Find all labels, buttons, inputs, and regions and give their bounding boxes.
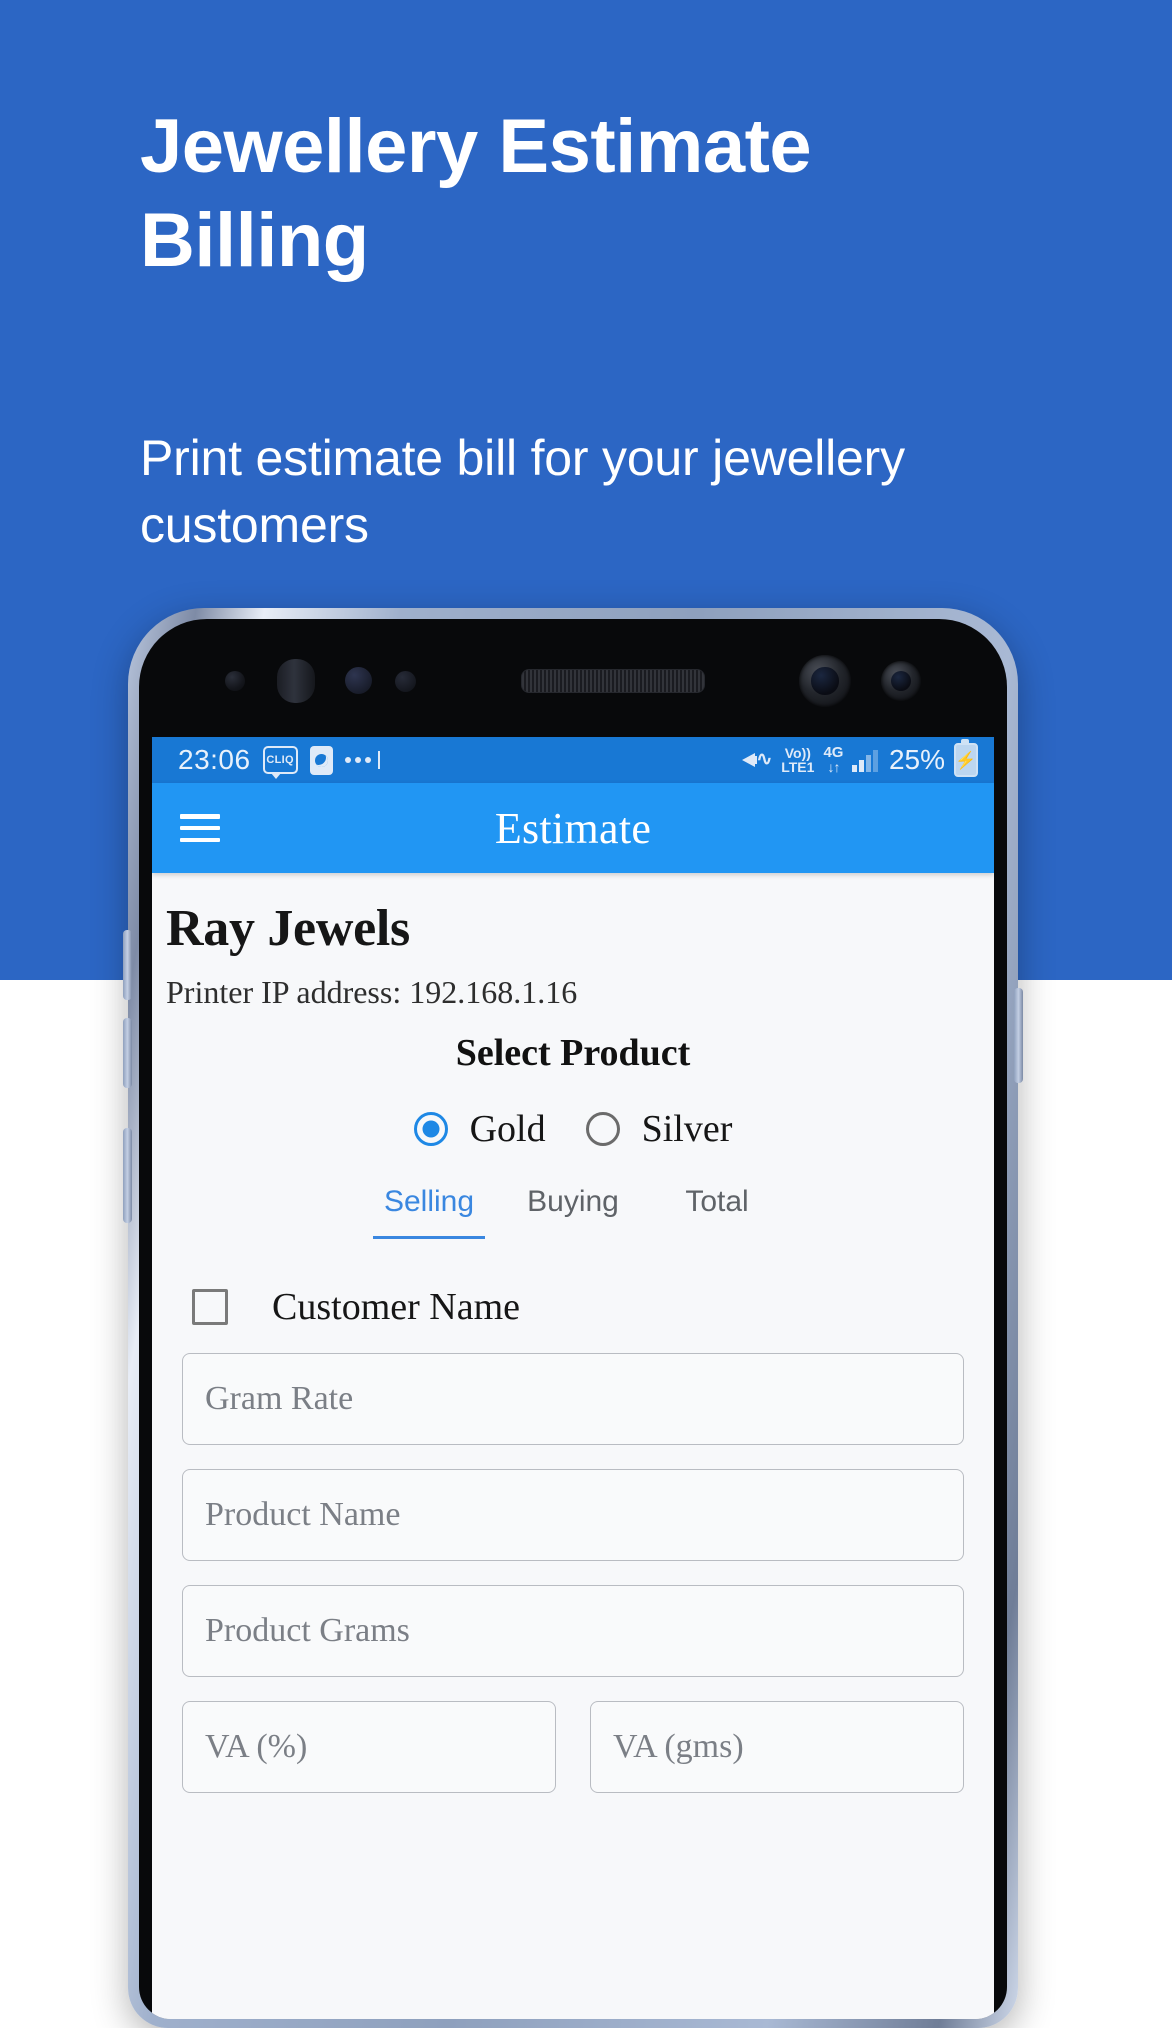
volume-button-down (123, 1018, 132, 1088)
page-title: Jewellery Estimate Billing (140, 104, 812, 284)
volume-button-up (123, 930, 132, 1000)
iris-scanner-icon (277, 659, 315, 703)
product-radio-group: Gold Silver (152, 1107, 994, 1151)
bixby-button (123, 1128, 132, 1223)
network-type-icon: 4G ↓↑ (823, 744, 844, 775)
customer-name-checkbox-row[interactable]: Customer Name (192, 1285, 994, 1329)
front-camera-icon (799, 655, 851, 707)
gram-rate-placeholder: Gram Rate (205, 1380, 354, 1417)
tab-total[interactable]: Total (661, 1185, 773, 1239)
phone-mockup: 23:06 CLIQ ∿ Vo)) LTE1 4G ↓↑ 25% ⚡ Estim… (123, 608, 1023, 2028)
signal-bars-icon (852, 748, 878, 772)
select-product-heading: Select Product (455, 1032, 691, 1074)
status-bar-clock: 23:06 (178, 744, 251, 775)
earpiece-speaker (521, 669, 705, 693)
phone-top-bezel (139, 619, 1007, 737)
led-indicator-icon (395, 671, 416, 692)
page-subtitle: Print estimate bill for your jewellery c… (140, 430, 905, 553)
secondary-camera-icon (881, 661, 921, 701)
radio-silver-icon[interactable] (585, 1112, 620, 1146)
customer-name-checkbox[interactable] (192, 1289, 228, 1325)
product-name-field[interactable]: Product Name (182, 1469, 964, 1561)
va-fields-row: VA (%) VA (gms) (182, 1701, 964, 1793)
phone-screen-glass: 23:06 CLIQ ∿ Vo)) LTE1 4G ↓↑ 25% ⚡ Estim… (139, 619, 1007, 2019)
tab-bar: Selling Buying Total (152, 1185, 994, 1239)
app-screen: 23:06 CLIQ ∿ Vo)) LTE1 4G ↓↑ 25% ⚡ Estim… (152, 737, 994, 2019)
hamburger-menu-icon[interactable] (180, 814, 220, 842)
app-content: Ray Jewels Printer IP address: 192.168.1… (152, 899, 994, 2019)
ambient-light-sensor-icon (345, 667, 372, 694)
radio-gold-icon[interactable] (413, 1112, 448, 1146)
radio-gold-label: Gold (469, 1108, 546, 1150)
tab-buying[interactable]: Buying (517, 1185, 629, 1239)
gram-rate-field[interactable]: Gram Rate (182, 1353, 964, 1445)
radio-option-silver[interactable]: Silver (585, 1107, 733, 1151)
product-name-placeholder: Product Name (205, 1496, 401, 1533)
app-bar: Estimate (152, 783, 994, 873)
clock-app-icon (309, 745, 333, 775)
proximity-sensor-icon (225, 671, 245, 691)
radio-option-gold[interactable]: Gold (413, 1107, 546, 1151)
cliq-icon: CLIQ (262, 746, 298, 779)
va-grams-placeholder: VA (gms) (613, 1728, 744, 1765)
va-grams-field[interactable]: VA (gms) (590, 1701, 964, 1793)
va-percent-placeholder: VA (%) (205, 1728, 308, 1765)
battery-charging-icon: ⚡ (954, 739, 978, 777)
volte-icon: Vo)) LTE1 (781, 745, 815, 775)
product-grams-field[interactable]: Product Grams (182, 1585, 964, 1677)
product-grams-placeholder: Product Grams (205, 1612, 410, 1649)
volume-mute-vibrate-icon: ∿ (742, 748, 772, 772)
customer-name-label: Customer Name (272, 1286, 521, 1328)
va-percent-field[interactable]: VA (%) (182, 1701, 556, 1793)
app-bar-title: Estimate (494, 803, 652, 853)
android-status-bar: 23:06 CLIQ ∿ Vo)) LTE1 4G ↓↑ 25% ⚡ (152, 737, 994, 783)
radio-silver-label: Silver (641, 1108, 733, 1150)
power-button (1014, 988, 1023, 1083)
printer-ip-label: Printer IP address: 192.168.1.16 (166, 974, 578, 1010)
battery-percent-label: 25% (888, 744, 945, 775)
tab-selling[interactable]: Selling (373, 1185, 485, 1239)
more-dots-icon (344, 751, 380, 769)
shop-name: Ray Jewels (166, 900, 410, 957)
